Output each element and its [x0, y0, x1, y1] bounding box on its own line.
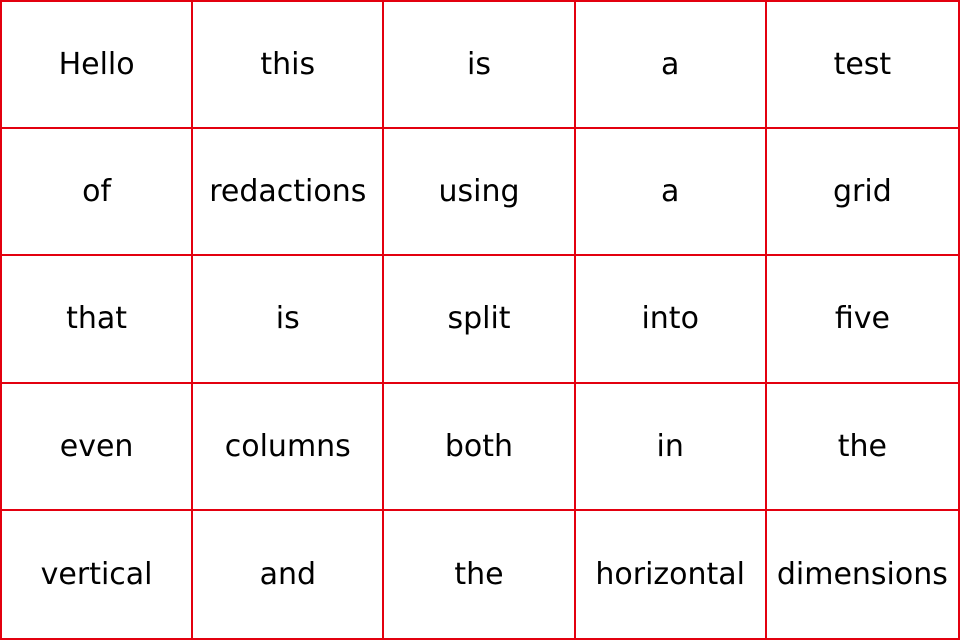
- grid-cell: of: [2, 129, 194, 257]
- grid-cell: is: [193, 256, 385, 384]
- grid-cell: is: [384, 2, 576, 130]
- grid-cell: Hello: [2, 2, 194, 130]
- grid-cell: a: [575, 2, 767, 130]
- word-grid: Hello this is a test of redactions using…: [0, 0, 960, 640]
- grid-cell: into: [575, 256, 767, 384]
- grid-cell: this: [193, 2, 385, 130]
- grid-cell: using: [384, 129, 576, 257]
- grid-cell: that: [2, 256, 194, 384]
- grid-cell: horizontal: [576, 510, 767, 638]
- grid-cell: columns: [193, 383, 385, 511]
- grid-cell: vertical: [2, 510, 194, 638]
- grid-cell: split: [384, 256, 576, 384]
- grid-cell: in: [575, 383, 767, 511]
- grid-cell: dimensions: [776, 556, 948, 592]
- grid-cell: even: [2, 383, 194, 511]
- grid-cell: the: [384, 510, 576, 638]
- grid-cell: and: [193, 510, 385, 638]
- grid-cell: test: [766, 2, 958, 130]
- grid-cell: five: [766, 256, 958, 384]
- grid-cell: a: [575, 129, 767, 257]
- grid-cell: the: [766, 384, 958, 511]
- grid-cell: both: [384, 383, 576, 511]
- grid-cell: grid: [766, 129, 958, 257]
- grid-cell: redactions: [193, 129, 385, 257]
